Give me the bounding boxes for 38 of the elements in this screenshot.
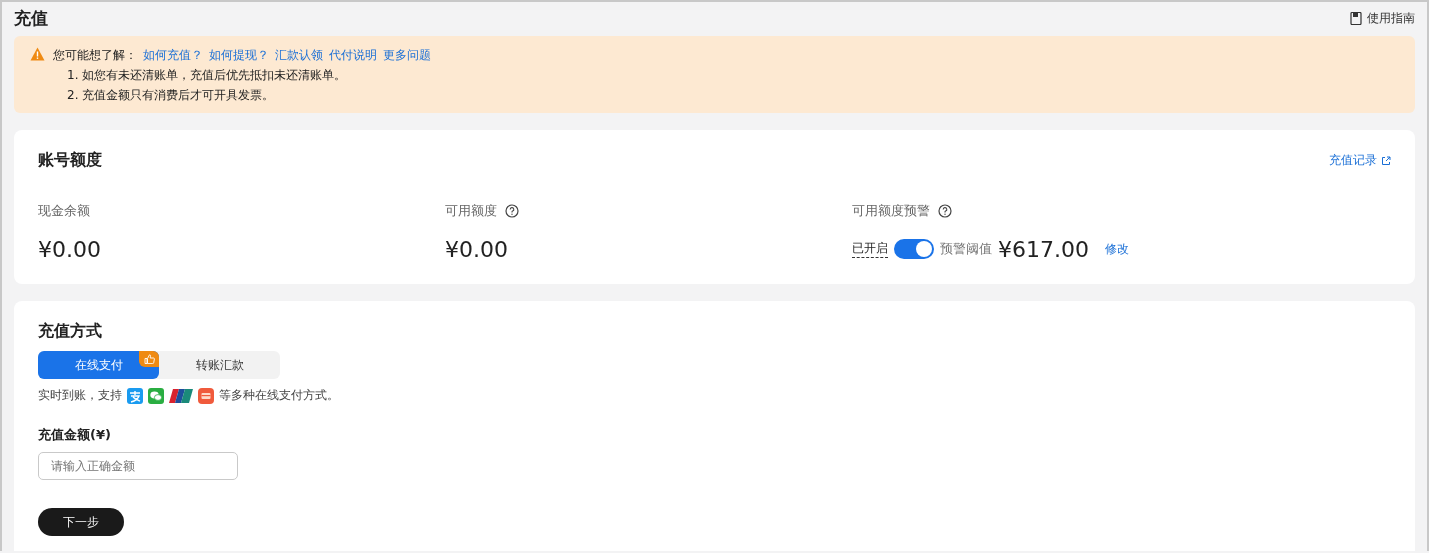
amount-value: ¥0.00 [38, 236, 101, 262]
help-link[interactable]: 汇款认领 [275, 47, 323, 64]
payment-tab[interactable]: 在线支付 [38, 351, 159, 379]
section-title: 充值方式 [38, 321, 103, 342]
payment-note: 等多种在线支付方式。 [219, 387, 339, 404]
alert-toggle[interactable] [894, 239, 934, 259]
help-link[interactable]: 代付说明 [329, 47, 377, 64]
warning-icon [30, 47, 45, 61]
threshold-label: 预警阈值 [940, 240, 992, 258]
amount-label: 充值金额(¥) [38, 426, 112, 444]
metric-label: 现金余额 [38, 202, 90, 220]
threshold-value: ¥617.00 [998, 236, 1089, 262]
chat-bubbles-icon [148, 387, 164, 404]
help-link[interactable]: 如何提现？ [209, 47, 269, 64]
page-title: 充值 [14, 6, 48, 30]
amount-field[interactable]: 请输入正确金额 [38, 452, 238, 480]
guide-link[interactable]: 使用指南 [1350, 9, 1415, 27]
help-link[interactable]: 更多问题 [383, 47, 431, 64]
external-link-icon [1381, 155, 1391, 166]
wallet-icon [198, 387, 214, 404]
notice-text: 2. 充值金额只有消费后才可开具发票。 [66, 87, 276, 104]
amount-value: ¥0.00 [445, 236, 508, 262]
metric-label: 可用额度预警 [852, 202, 930, 220]
payment-tab[interactable]: 转账汇款 [159, 351, 280, 379]
metric-label: 可用额度 [445, 202, 497, 220]
edit-link[interactable]: 修改 [1105, 240, 1129, 258]
alert-status: 已开启 [852, 240, 888, 258]
payment-logo-icon [127, 387, 143, 404]
notice-text: 1. 如您有未还清账单，充值后优先抵扣未还清账单。 [66, 67, 348, 84]
help-icon [938, 204, 952, 218]
next-button[interactable]: 下一步 [38, 508, 124, 536]
help-link[interactable]: 如何充值？ [143, 47, 203, 64]
section-title: 账号额度 [38, 150, 102, 171]
bank-card-icon [169, 387, 193, 404]
help-icon [505, 204, 519, 218]
payment-note: 实时到账，支持 [38, 387, 122, 404]
record-link[interactable]: 充值记录 [1329, 152, 1391, 169]
notice-lead: 您可能想了解： [53, 47, 137, 64]
